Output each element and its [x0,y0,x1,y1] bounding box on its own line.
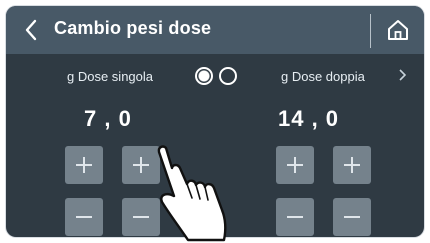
double-dose-label: g Dose doppia [281,69,365,84]
device-screen: Cambio pesi dose g Dose singola g Dose d… [6,6,424,237]
dose-page-selector[interactable] [193,66,245,88]
double-decrease-decimal-button[interactable] [333,198,371,236]
single-increase-decimal-button[interactable] [122,146,160,184]
next-page-button[interactable] [398,68,407,86]
home-icon [388,20,408,40]
back-button[interactable] [18,16,44,44]
double-dose-value: 14 , 0 [278,106,340,131]
minus-icon [344,216,360,218]
header-bar: Cambio pesi dose [6,6,424,54]
home-button[interactable] [380,12,416,48]
plus-icon [344,157,360,173]
double-increase-integer-button[interactable] [276,146,314,184]
minus-icon [287,216,303,218]
plus-icon [76,157,92,173]
single-dose-value: 7 , 0 [84,106,132,131]
page-title: Cambio pesi dose [54,18,212,38]
minus-icon [133,216,149,218]
single-decrease-decimal-button[interactable] [122,198,160,236]
chevron-left-icon [25,19,37,41]
minus-icon [76,216,92,218]
double-decrease-integer-button[interactable] [276,198,314,236]
plus-icon [287,157,303,173]
chevron-right-icon [399,69,407,81]
single-decrease-integer-button[interactable] [65,198,103,236]
single-dose-label: g Dose singola [67,69,153,84]
single-increase-integer-button[interactable] [65,146,103,184]
double-increase-decimal-button[interactable] [333,146,371,184]
header-divider [370,14,371,48]
page-dot[interactable] [219,67,237,85]
page-dot-selected[interactable] [195,67,213,85]
plus-icon [133,157,149,173]
